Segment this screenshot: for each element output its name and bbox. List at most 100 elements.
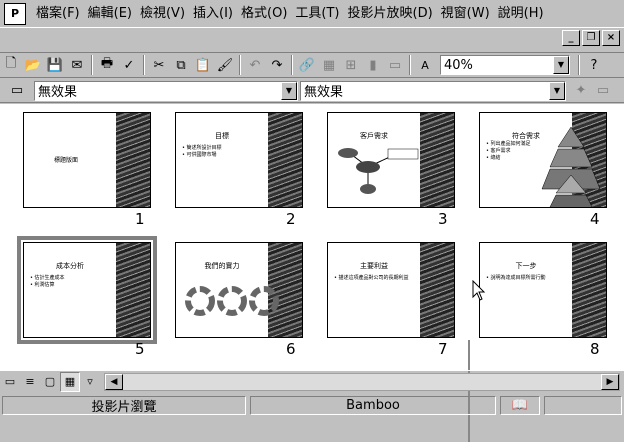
minimize-icon[interactable]: _	[562, 30, 580, 46]
bamboo-background	[116, 243, 150, 337]
slide-thumbnail-1[interactable]: 標題版面	[23, 112, 151, 208]
menu-edit[interactable]: 編輯(E)	[84, 3, 136, 25]
slide-title: 主要利益	[360, 262, 388, 270]
tables-borders-icon[interactable]: ▦	[318, 54, 340, 76]
text-effect-select[interactable]: 無效果 ▼	[300, 80, 566, 101]
slide-body: • 描述這項產品對公司的長期利益	[334, 275, 420, 282]
bamboo-background	[572, 243, 606, 337]
slide-number: 2	[286, 210, 296, 228]
slide-title: 成本分析	[56, 262, 84, 270]
menu-bar: P 檔案(F) 編輯(E) 檢視(V) 插入(I) 格式(O) 工具(T) 投影…	[0, 0, 624, 28]
slide-sorter-pane: 標題版面 1 目標 • 簡述所設計目標 • 可供國際市場 2 客戶需求 3 符合…	[0, 104, 624, 442]
horizontal-scrollbar[interactable]: ◀ ▶	[104, 372, 620, 391]
slide-thumbnail-7[interactable]: 主要利益 • 描述這項產品對公司的長期利益	[327, 242, 455, 338]
slide-title: 目標	[215, 132, 229, 140]
chevron-down-icon[interactable]: ▼	[549, 81, 565, 100]
text-effect-value: 無效果	[304, 85, 344, 100]
menu-window[interactable]: 視窗(W)	[437, 3, 494, 25]
close-icon[interactable]: ×	[602, 30, 620, 46]
slide-bullet: • 客戶需求	[486, 148, 511, 154]
status-empty-pane	[544, 396, 622, 415]
cycle-graphic	[185, 286, 279, 316]
slideshow-view-icon[interactable]: ▿	[80, 372, 100, 392]
bamboo-background	[420, 243, 454, 337]
preset-animation-icon[interactable]: ✦	[570, 80, 592, 102]
slide-transition-icon[interactable]: ▭	[6, 80, 28, 102]
help-icon[interactable]: ?	[583, 54, 605, 76]
slide-thumbnail-6[interactable]: 我們的實力	[175, 242, 303, 338]
email-icon[interactable]: ✉	[66, 54, 88, 76]
slide-number: 3	[438, 210, 448, 228]
chevron-down-icon[interactable]: ▼	[553, 56, 569, 74]
slide-title: 下一步	[515, 262, 537, 270]
hide-slide-icon[interactable]: ▭	[592, 80, 614, 102]
slide-thumbnail-2[interactable]: 目標 • 簡述所設計目標 • 可供國際市場	[175, 112, 303, 208]
slide-thumbnail-8[interactable]: 下一步 • 說明為達成目標所需行動	[479, 242, 607, 338]
new-slide-icon[interactable]: ▭	[384, 54, 406, 76]
scroll-left-icon[interactable]: ◀	[105, 373, 123, 390]
grayscale-preview-icon[interactable]: A	[414, 54, 436, 76]
slide-view-icon[interactable]: ▢	[40, 372, 60, 392]
scroll-right-icon[interactable]: ▶	[601, 373, 619, 390]
bamboo-background	[268, 113, 302, 207]
hyperlink-icon[interactable]: 🔗	[296, 54, 318, 76]
paste-icon[interactable]: 📋	[192, 54, 214, 76]
slide-number: 7	[438, 340, 448, 358]
slide-body: • 說明為達成目標所需行動	[486, 275, 572, 282]
slide-thumbnail-4[interactable]: 符合需求 • 列出產品如何滿足 • 客戶需求 • 總結	[479, 112, 607, 208]
toolbar-separator	[239, 55, 241, 75]
zoom-select[interactable]: 40% ▼	[440, 55, 570, 75]
restore-icon[interactable]: ❐	[582, 30, 600, 46]
slide-number: 1	[135, 210, 145, 228]
slide-bullet: • 利潤估算	[30, 282, 55, 288]
print-icon[interactable]: 🖶	[96, 54, 118, 76]
save-icon[interactable]: 💾	[44, 54, 66, 76]
slide-sorter-view-icon[interactable]: ▦	[60, 371, 80, 392]
menu-insert[interactable]: 插入(I)	[189, 3, 237, 25]
undo-icon[interactable]: ↶	[244, 54, 266, 76]
menu-format[interactable]: 格式(O)	[237, 3, 291, 25]
slide-transition-value: 無效果	[38, 85, 78, 100]
slide-body: • 簡述所設計目標 • 可供國際市場	[182, 145, 262, 159]
status-bar: 投影片瀏覽 Bamboo 📖	[0, 394, 624, 417]
slide-body: • 列出產品如何滿足 • 客戶需求 • 總結	[486, 141, 538, 162]
menu-slideshow[interactable]: 投影片放映(D)	[344, 3, 437, 25]
slide-bullet: • 可供國際市場	[182, 152, 217, 158]
slide-thumbnail-5[interactable]: 成本分析 • 估計生產成本 • 利潤估算	[17, 236, 157, 344]
insert-table-icon[interactable]: ⊞	[340, 54, 362, 76]
slide-body: • 估計生產成本 • 利潤估算	[30, 275, 110, 289]
powerpoint-window: P 檔案(F) 編輯(E) 檢視(V) 插入(I) 格式(O) 工具(T) 投影…	[0, 0, 624, 442]
chevron-down-icon[interactable]: ▼	[281, 81, 297, 100]
copy-icon[interactable]: ⧉	[170, 54, 192, 76]
slide-transition-select[interactable]: 無效果 ▼	[34, 80, 298, 101]
menu-help[interactable]: 說明(H)	[494, 3, 548, 25]
menu-view[interactable]: 檢視(V)	[136, 3, 189, 25]
format-painter-icon[interactable]: 🖌	[214, 54, 236, 76]
slide-number: 6	[286, 340, 296, 358]
slide-sorter-toolbar: ▭ 無效果 ▼ 無效果 ▼ ✦ ▭	[0, 79, 624, 103]
cut-icon[interactable]: ✂	[148, 54, 170, 76]
slide-bullet: • 說明為達成目標所需行動	[486, 275, 546, 281]
slide-thumbnail-3[interactable]: 客戶需求	[327, 112, 455, 208]
new-document-icon[interactable]: 🗋	[0, 54, 22, 76]
slide-bullet: • 估計生產成本	[30, 275, 65, 281]
outline-view-icon[interactable]: ≡	[20, 372, 40, 392]
powerpoint-doc-icon[interactable]: P	[4, 2, 26, 25]
insert-chart-icon[interactable]: ▮	[362, 54, 384, 76]
mouse-pointer-icon	[472, 280, 486, 301]
slide-body: 標題版面	[54, 157, 79, 164]
menu-file[interactable]: 檔案(F)	[32, 3, 84, 25]
slide-number: 4	[590, 210, 600, 228]
normal-view-icon[interactable]: ▭	[0, 372, 20, 392]
slide-bullet: • 簡述所設計目標	[182, 145, 222, 151]
status-view-name: 投影片瀏覽	[2, 396, 246, 415]
slide-title: 我們的實力	[204, 262, 240, 270]
toolbar-separator	[143, 55, 145, 75]
toolbar-separator	[291, 55, 293, 75]
open-folder-icon[interactable]: 📂	[22, 54, 44, 76]
menu-tools[interactable]: 工具(T)	[291, 3, 343, 25]
redo-icon[interactable]: ↷	[266, 54, 288, 76]
slide-number: 5	[135, 340, 145, 358]
slide-bullet: • 總結	[486, 155, 501, 161]
spellcheck-icon[interactable]: ✓	[118, 54, 140, 76]
